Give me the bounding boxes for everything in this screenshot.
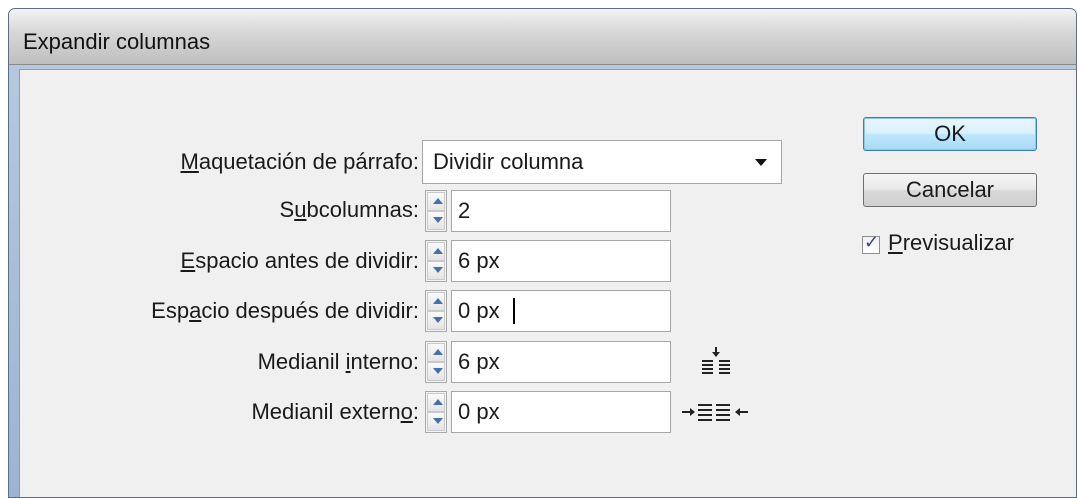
inside-gutter-label: Medianil interno: (257, 349, 419, 374)
paragraph-layout-select[interactable]: Dividir columna (422, 140, 782, 184)
ok-button[interactable]: OK (863, 117, 1037, 151)
spinner-up-icon[interactable] (427, 242, 445, 261)
chevron-down-icon[interactable] (755, 159, 767, 166)
title-bar: Expandir columnas (9, 9, 1076, 65)
subcolumns-input[interactable]: 2 (451, 190, 671, 232)
spinner-down-icon[interactable] (427, 211, 445, 230)
spinner-up-icon[interactable] (427, 292, 445, 311)
outside-gutter-input[interactable]: 0 px (451, 391, 671, 433)
spinner-up-icon[interactable] (427, 393, 445, 412)
outside-gutter-stepper[interactable] (425, 391, 447, 433)
spinner-down-icon[interactable] (427, 261, 445, 280)
dialog-window: Expandir columnas Maquetación de párrafo… (8, 8, 1077, 498)
spinner-down-icon[interactable] (427, 311, 445, 330)
preview-label[interactable]: Previsualizar (888, 230, 1014, 256)
dialog-body: Maquetación de párrafo: Dividir columna … (19, 69, 1076, 497)
subcolumns-stepper[interactable] (425, 190, 447, 232)
spinner-down-icon[interactable] (427, 362, 445, 381)
space-before-label: Espacio antes de dividir: (180, 248, 419, 273)
space-after-stepper[interactable] (425, 290, 447, 332)
paragraph-layout-label: Maquetación de párrafo: (180, 149, 420, 174)
inside-gutter-icon (702, 347, 730, 374)
inside-gutter-stepper[interactable] (425, 341, 447, 383)
inside-gutter-input[interactable]: 6 px (451, 341, 671, 383)
cancel-button[interactable]: Cancelar (863, 173, 1037, 207)
subcolumns-label: Subcolumnas: (279, 197, 419, 222)
paragraph-layout-value: Dividir columna (433, 149, 584, 174)
outside-gutter-icon (682, 404, 748, 421)
preview-checkbox[interactable] (862, 232, 880, 254)
spinner-down-icon[interactable] (427, 412, 445, 431)
space-after-label: Espacio después de dividir: (151, 298, 419, 323)
spinner-up-icon[interactable] (427, 343, 445, 362)
text-caret (513, 298, 515, 324)
space-after-input[interactable]: 0 px (451, 290, 671, 332)
spinner-up-icon[interactable] (427, 192, 445, 211)
window-title: Expandir columnas (23, 29, 211, 54)
space-before-stepper[interactable] (425, 240, 447, 282)
space-before-input[interactable]: 6 px (451, 240, 671, 282)
outside-gutter-label: Medianil externo: (251, 399, 419, 424)
